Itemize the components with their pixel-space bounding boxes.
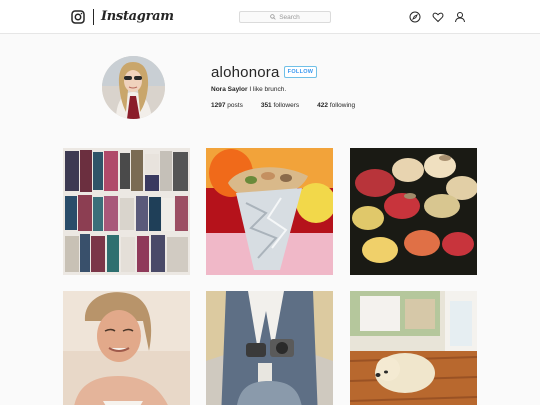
post-thumbnail-5[interactable] [206, 291, 333, 405]
post-thumbnail-4[interactable] [63, 291, 190, 405]
followers-stat[interactable]: 351 followers [261, 102, 299, 109]
followers-count: 351 [260, 102, 272, 109]
post-thumbnail-1[interactable] [63, 148, 190, 275]
post-thumbnail-2[interactable] [206, 148, 333, 275]
instagram-logo-icon[interactable] [71, 10, 85, 24]
logo-divider [93, 9, 94, 25]
compass-icon[interactable] [409, 11, 421, 23]
search-input[interactable]: Search [239, 11, 331, 23]
heart-icon[interactable] [432, 11, 444, 23]
profile-bio-text: I like brunch. [249, 86, 287, 93]
profile-full-name: Nora Saylor [211, 86, 248, 93]
post-thumbnail-6[interactable] [350, 291, 477, 405]
search-icon [270, 14, 276, 20]
posts-count: 1297 [211, 102, 226, 109]
user-icon[interactable] [454, 11, 466, 23]
posts-label: posts [227, 102, 243, 109]
top-navigation-bar: Instagram Search [0, 0, 540, 34]
profile-stats: 1297 posts 351 followers 422 following [211, 102, 373, 109]
following-label: following [329, 102, 356, 109]
following-stat[interactable]: 422 following [317, 102, 355, 109]
followers-label: followers [273, 102, 300, 109]
posts-stat: 1297 posts [211, 102, 243, 109]
profile-avatar [102, 56, 165, 119]
profile-username: alohonora [211, 64, 280, 81]
instagram-wordmark[interactable]: Instagram [101, 9, 174, 24]
following-count: 422 [317, 102, 329, 109]
follow-button[interactable]: FOLLOW [284, 66, 317, 78]
post-thumbnail-3[interactable] [350, 148, 477, 275]
profile-bio: Nora Saylor I like brunch. [211, 86, 286, 93]
search-placeholder: Search [279, 13, 300, 21]
